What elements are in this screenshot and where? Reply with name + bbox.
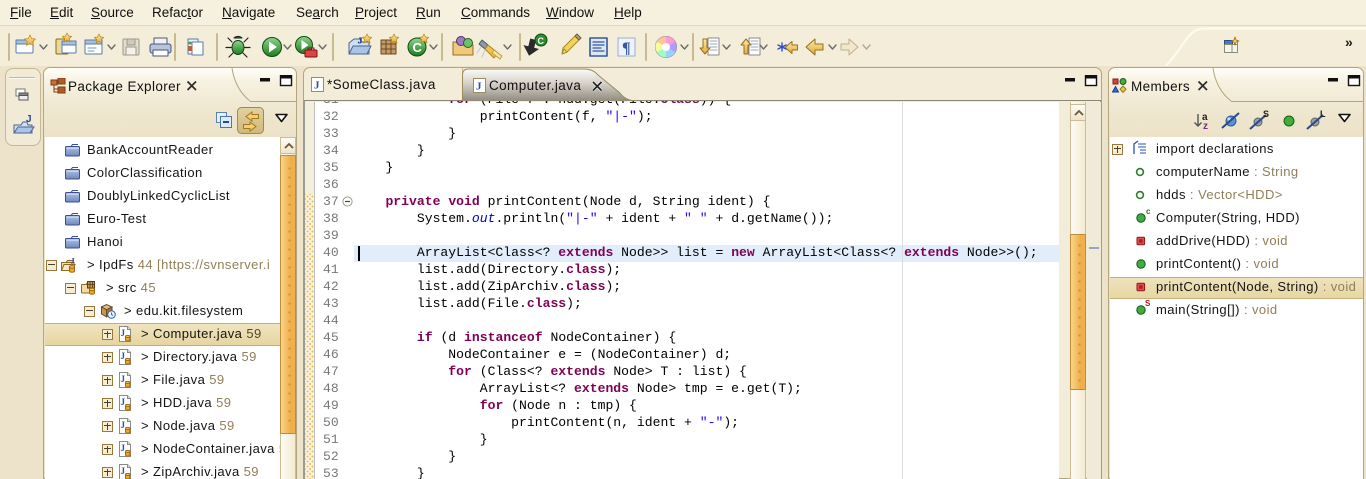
svg-text:¶: ¶ [622,40,631,57]
svg-text:S: S [1145,299,1151,308]
svg-text:J: J [121,374,126,384]
svg-text:J: J [121,466,126,476]
svg-text:J: J [121,328,126,338]
svg-text:J: J [121,351,126,361]
svg-text:J: J [314,80,320,92]
svg-text:z: z [1203,121,1208,132]
svg-text:C: C [538,36,545,46]
svg-text:J: J [121,420,126,430]
svg-text:J: J [26,114,32,125]
svg-text:S: S [1263,109,1269,119]
svg-text:»: » [1345,34,1353,50]
svg-text:J: J [121,443,126,453]
svg-text:J: J [476,81,482,93]
svg-text:J: J [121,397,126,407]
svg-text:L: L [1320,109,1326,119]
svg-text:J: J [358,36,363,46]
svg-text:c: c [1146,207,1151,216]
